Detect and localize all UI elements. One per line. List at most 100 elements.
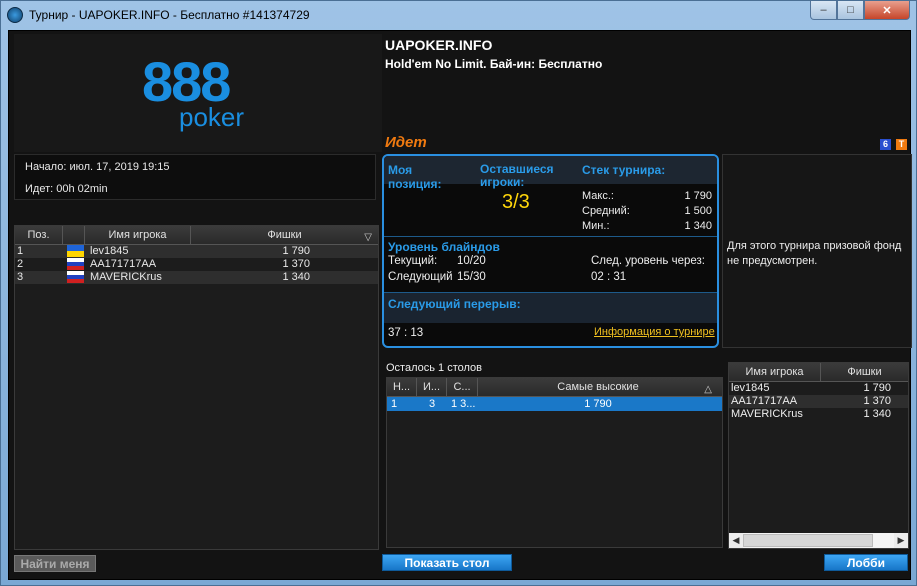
tables-left-label: Осталось 1 столов	[386, 362, 483, 374]
stack-label: Стек турнира:	[582, 163, 666, 177]
player-chips: 1 340	[282, 271, 310, 283]
scroll-left-icon[interactable]: ◀	[729, 533, 743, 548]
stack-min-value: 1 340	[684, 220, 712, 232]
player-pos: 1	[17, 245, 24, 257]
stack-min-label: Мин.:	[582, 220, 610, 232]
find-me-button[interactable]: Найти меня	[14, 555, 96, 572]
table-players-header: Имя игрока Фишки	[729, 363, 908, 382]
list-item[interactable]: MAVERICKrus 1 340	[729, 408, 908, 421]
players-table-header: Поз. Имя игрока Фишки ▽	[15, 226, 378, 245]
prize-pool-text: Для этого турнира призовой фонд не преду…	[727, 240, 902, 267]
player-pos: 3	[17, 271, 24, 283]
minimize-button[interactable]: –	[810, 1, 837, 20]
player-name: MAVERICKrus	[90, 271, 162, 283]
my-position-label: Моя позиция:	[388, 163, 442, 191]
stack-min-row: Мин.: 1 340	[582, 220, 712, 232]
player-chips: 1 370	[863, 395, 891, 407]
app-icon	[7, 7, 23, 23]
scroll-track[interactable]	[743, 533, 894, 548]
table-players: 3	[428, 398, 436, 410]
player-chips: 1 370	[282, 258, 310, 270]
tournament-info-link[interactable]: Информация о турнире	[594, 326, 715, 338]
start-time: Начало: июл. 17, 2019 19:15	[25, 161, 170, 173]
tournament-info-panel: Моя позиция: Оставшиеся игроки: 3/3 Стек…	[382, 154, 719, 348]
table-highest: 1 790	[584, 398, 612, 410]
col-position[interactable]: Поз.	[15, 226, 63, 244]
russia-flag-icon	[67, 258, 84, 270]
list-item[interactable]: lev1845 1 790	[729, 382, 908, 395]
players-left-label: Оставшиеся игроки:	[480, 162, 554, 189]
badge-6-icon: 6	[880, 139, 891, 150]
tournament-time-info: Начало: июл. 17, 2019 19:15 Идет: 00h 02…	[14, 154, 376, 200]
table-row[interactable]: 1 3 1 3... 1 790	[387, 397, 722, 411]
horizontal-scrollbar[interactable]: ◀ ▶	[729, 533, 908, 548]
tables-list[interactable]: Н... И... С... Самые высокие △ 1 3 1 3..…	[386, 377, 723, 548]
maximize-button[interactable]: □	[837, 1, 864, 20]
blinds-level-label: Уровень блайндов	[388, 240, 500, 254]
badge-t-icon: T	[896, 139, 907, 150]
col-player-name[interactable]: Имя игрока	[729, 363, 821, 381]
col-highest[interactable]: Самые высокие △	[478, 378, 718, 396]
player-name: lev1845	[90, 245, 129, 257]
next-level-in-value: 02 : 31	[591, 271, 627, 283]
players-table[interactable]: Поз. Имя игрока Фишки ▽ 1 lev1845 1 790 …	[14, 225, 379, 550]
player-chips: 1 790	[282, 245, 310, 257]
col-chips[interactable]: Фишки	[821, 363, 908, 381]
tournament-name: UAPOKER.INFO	[385, 37, 493, 53]
col-highest-label: Самые высокие	[557, 381, 639, 393]
col-chips-label: Фишки	[267, 229, 302, 241]
stack-max-value: 1 790	[684, 190, 712, 202]
tournament-subtitle: Hold'em No Limit. Бай-ин: Бесплатно	[385, 57, 603, 71]
next-blinds-label: Следующий	[388, 271, 453, 283]
logo-poker: poker	[179, 102, 245, 132]
table-row[interactable]: 3 MAVERICKrus 1 340	[15, 271, 378, 284]
show-table-button[interactable]: Показать стол	[382, 554, 512, 571]
next-level-in-label: След. уровень через:	[591, 255, 705, 267]
player-chips: 1 340	[863, 408, 891, 420]
panel-divider	[384, 236, 717, 237]
title-bar[interactable]: Турнир - UAPOKER.INFO - Бесплатно #14137…	[1, 1, 916, 29]
col-flag[interactable]	[63, 226, 85, 244]
tournament-status: Идет	[385, 134, 427, 151]
col-player-name[interactable]: Имя игрока	[85, 226, 191, 244]
tournament-window: Турнир - UAPOKER.INFO - Бесплатно #14137…	[0, 0, 917, 586]
player-name: AA171717AA	[731, 395, 798, 407]
lobby-button[interactable]: Лобби	[824, 554, 908, 571]
running-time: Идет: 00h 02min	[25, 183, 108, 195]
scroll-thumb[interactable]	[743, 534, 873, 547]
prize-pool-panel: Для этого турнира призовой фонд не преду…	[722, 154, 912, 348]
scroll-right-icon[interactable]: ▶	[894, 533, 908, 548]
current-blinds-value: 10/20	[457, 255, 486, 267]
close-button[interactable]: ✕	[864, 1, 910, 20]
sort-desc-icon: ▽	[364, 232, 372, 243]
tables-list-header: Н... И... С... Самые высокие △	[387, 378, 722, 397]
current-blinds-label: Текущий:	[388, 255, 438, 267]
player-name: AA171717AA	[90, 258, 157, 270]
table-row[interactable]: 1 lev1845 1 790	[15, 245, 378, 258]
ukraine-flag-icon	[67, 245, 84, 257]
window-controls: – □ ✕	[810, 1, 910, 20]
players-left-value: 3/3	[502, 191, 530, 213]
col-table-number[interactable]: Н...	[387, 378, 417, 396]
table-stack: 1 3...	[451, 398, 476, 410]
next-blinds-value: 15/30	[457, 271, 486, 283]
stack-max-row: Макс.: 1 790	[582, 190, 712, 202]
player-pos: 2	[17, 258, 24, 270]
col-chips[interactable]: Фишки ▽	[191, 226, 378, 244]
col-table-players[interactable]: И...	[417, 378, 447, 396]
russia-flag-icon	[67, 271, 84, 283]
client-area: 888 poker Начало: июл. 17, 2019 19:15 Ид…	[8, 30, 912, 580]
table-number: 1	[391, 398, 398, 410]
player-chips: 1 790	[863, 382, 891, 394]
stack-avg-label: Средний:	[582, 205, 630, 217]
player-name: lev1845	[731, 382, 770, 394]
stack-avg-row: Средний: 1 500	[582, 205, 712, 217]
next-break-label: Следующий перерыв:	[388, 297, 521, 311]
list-item[interactable]: AA171717AA 1 370	[729, 395, 908, 408]
sort-asc-icon: △	[704, 384, 712, 395]
table-players-list[interactable]: Имя игрока Фишки lev1845 1 790 AA171717A…	[728, 362, 909, 549]
col-table-stack[interactable]: С...	[447, 378, 478, 396]
stack-max-label: Макс.:	[582, 190, 614, 202]
logo-area: 888 poker	[14, 34, 382, 152]
table-row[interactable]: 2 AA171717AA 1 370	[15, 258, 378, 271]
